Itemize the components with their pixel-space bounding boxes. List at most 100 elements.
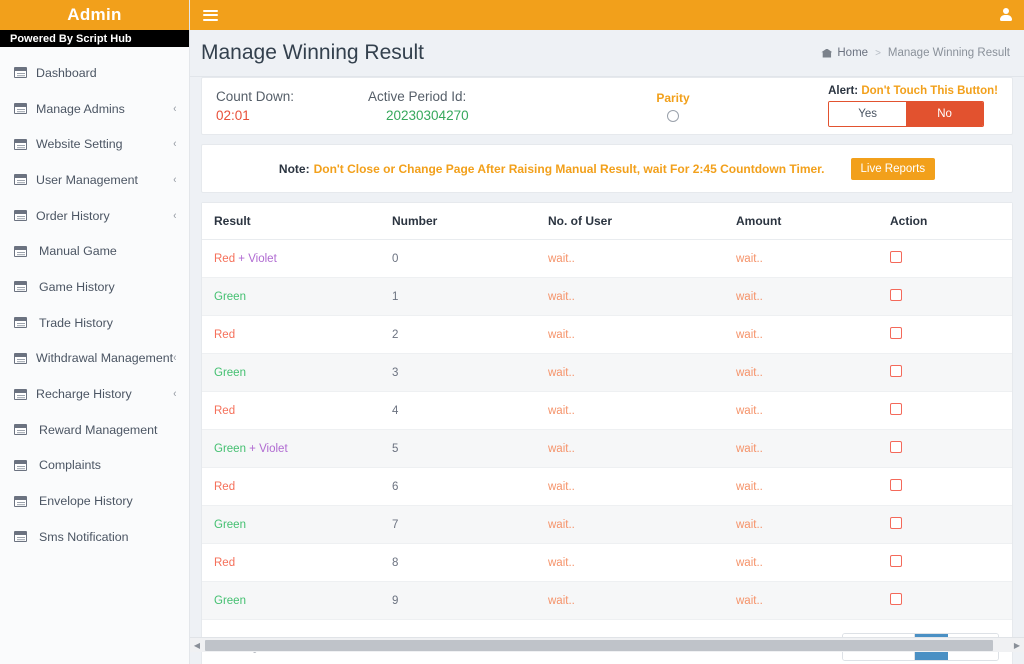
table-body: Red + Violet 0 wait.. wait.. Green 1 wait.. wai…: [202, 239, 1012, 620]
cell-amount: wait..: [724, 429, 878, 468]
cell-result: Red: [202, 315, 380, 354]
table-header-row: Result Number No. of User Amount Action: [202, 203, 1012, 240]
result-checkbox[interactable]: [890, 479, 902, 491]
breadcrumb-home-link[interactable]: Home: [837, 47, 868, 59]
result-checkbox[interactable]: [890, 517, 902, 529]
window-icon: [14, 103, 27, 115]
cell-no-of-user: wait..: [536, 391, 724, 430]
horizontal-scrollbar[interactable]: ◀ ▶: [190, 637, 1024, 652]
sidebar-item-sms-notification[interactable]: Sms Notification: [0, 519, 189, 555]
alert-message: Don't Touch This Button!: [861, 85, 998, 97]
sidebar: Admin Powered By Script Hub Dashboard Ma…: [0, 0, 190, 664]
sidebar-item-reward-management[interactable]: Reward Management: [0, 412, 189, 448]
sidebar-item-label: Withdrawal Management: [36, 351, 174, 366]
column-header-amount: Amount: [724, 203, 878, 240]
cell-amount: wait..: [724, 467, 878, 506]
cell-action: [878, 239, 1012, 278]
sidebar-item-manual-game[interactable]: Manual Game: [0, 233, 189, 269]
sidebar-item-manage-admins[interactable]: Manage Admins ‹: [0, 91, 189, 127]
result-checkbox[interactable]: [890, 403, 902, 415]
table-row: Green + Violet 5 wait.. wait..: [202, 429, 1012, 468]
table-row: Red 2 wait.. wait..: [202, 315, 1012, 354]
cell-action: [878, 353, 1012, 392]
cell-number: 3: [380, 353, 536, 392]
user-account-icon[interactable]: [999, 8, 1012, 22]
note-prefix: Note:: [278, 161, 310, 176]
window-icon: [14, 495, 27, 507]
brand-title: Admin: [67, 5, 122, 24]
cell-number: 6: [380, 467, 536, 506]
sidebar-item-dashboard[interactable]: Dashboard: [0, 55, 189, 91]
result-color-label: Red: [214, 328, 236, 341]
column-header-action: Action: [878, 203, 1012, 240]
window-icon: [14, 210, 27, 222]
cell-no-of-user: wait..: [536, 277, 724, 316]
breadcrumb: Home > Manage Winning Result: [821, 47, 1010, 59]
result-color-label: Green: [214, 442, 246, 455]
cell-action: [878, 429, 1012, 468]
result-checkbox[interactable]: [890, 251, 902, 263]
note-card: Note: Don't Close or Change Page After R…: [201, 144, 1013, 193]
sidebar-item-order-history[interactable]: Order History ‹: [0, 198, 189, 234]
cell-no-of-user: wait..: [536, 239, 724, 278]
sidebar-item-label: Game History: [39, 279, 115, 294]
cell-result: Red: [202, 391, 380, 430]
sidebar-item-withdrawal-management[interactable]: Withdrawal Management ‹: [0, 341, 189, 377]
result-checkbox[interactable]: [890, 555, 902, 567]
column-header-no-of-user: No. of User: [536, 203, 724, 240]
active-period-value: 20230304270: [386, 108, 469, 123]
result-color-label: Red: [214, 556, 236, 569]
cell-amount: wait..: [724, 581, 878, 620]
sidebar-item-user-management[interactable]: User Management ‹: [0, 162, 189, 198]
window-icon: [14, 459, 27, 471]
cell-no-of-user: wait..: [536, 429, 724, 468]
sidebar-item-label: Trade History: [39, 315, 113, 330]
sidebar-item-trade-history[interactable]: Trade History: [0, 305, 189, 341]
cell-no-of-user: wait..: [536, 543, 724, 582]
winning-result-table: Result Number No. of User Amount Action …: [202, 203, 1012, 620]
result-checkbox[interactable]: [890, 365, 902, 377]
parity-radio[interactable]: [667, 109, 679, 122]
table-row: Red 6 wait.. wait..: [202, 467, 1012, 506]
cell-no-of-user: wait..: [536, 581, 724, 620]
sidebar-item-website-setting[interactable]: Website Setting ‹: [0, 126, 189, 162]
sidebar-item-label: Manage Admins: [36, 101, 125, 116]
chevron-left-icon: ‹: [173, 102, 177, 115]
sidebar-item-envelope-history[interactable]: Envelope History: [0, 483, 189, 519]
sidebar-item-recharge-history[interactable]: Recharge History ‹: [0, 376, 189, 412]
scrollbar-thumb[interactable]: [205, 639, 993, 651]
cell-result: Green: [202, 505, 380, 544]
window-icon: [14, 138, 27, 150]
cell-action: [878, 315, 1012, 354]
yes-button[interactable]: Yes: [829, 102, 907, 126]
scroll-right-arrow[interactable]: ▶: [1010, 641, 1024, 650]
sidebar-item-label: Complaints: [39, 458, 101, 473]
alert-prefix: Alert:: [828, 85, 859, 97]
content-region: Count Down: 02:01 Active Period Id: 2023…: [190, 77, 1024, 664]
result-checkbox[interactable]: [890, 327, 902, 339]
active-period-label: Active Period Id:: [368, 89, 467, 104]
cell-number: 1: [380, 277, 536, 316]
cell-result: Red + Violet: [202, 239, 380, 278]
scroll-left-arrow[interactable]: ◀: [190, 641, 204, 650]
sidebar-item-complaints[interactable]: Complaints: [0, 448, 189, 484]
live-reports-button[interactable]: Live Reports: [850, 157, 936, 180]
result-checkbox[interactable]: [890, 441, 902, 453]
result-checkbox[interactable]: [890, 289, 902, 301]
sidebar-item-game-history[interactable]: Game History: [0, 269, 189, 305]
cell-number: 4: [380, 391, 536, 430]
alert-toggle-block: Alert: Don't Touch This Button! Yes No: [828, 85, 998, 127]
cell-amount: wait..: [724, 505, 878, 544]
no-button[interactable]: No: [906, 102, 984, 126]
cell-action: [878, 543, 1012, 582]
cell-action: [878, 505, 1012, 544]
scrollbar-track[interactable]: [204, 639, 1010, 651]
result-checkbox[interactable]: [890, 593, 902, 605]
cell-result: Red: [202, 543, 380, 582]
sidebar-item-label: Envelope History: [39, 494, 133, 509]
status-info-card: Count Down: 02:01 Active Period Id: 2023…: [201, 77, 1013, 135]
cell-number: 9: [380, 581, 536, 620]
result-violet-label: + Violet: [235, 252, 277, 265]
sidebar-item-label: Dashboard: [36, 65, 97, 80]
hamburger-menu-icon[interactable]: [203, 7, 218, 23]
